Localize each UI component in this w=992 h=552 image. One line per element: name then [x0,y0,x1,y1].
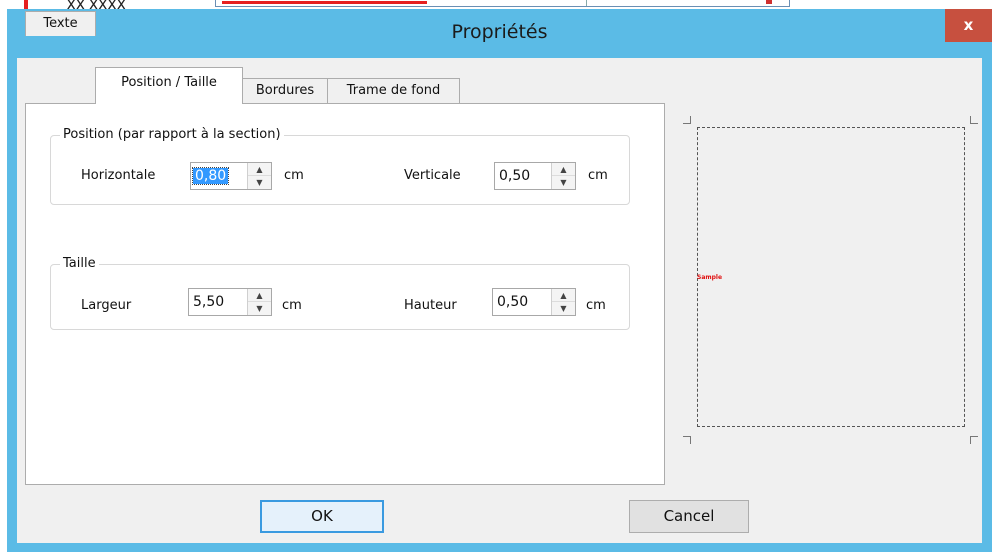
spin-up-icon[interactable]: ▲ [248,163,271,176]
dialog-title: Propriétés [451,21,548,43]
width-value[interactable]: 5,50 [191,294,226,310]
width-spin-buttons: ▲ ▼ [247,289,271,315]
title-bar[interactable]: Propriétés x [7,9,992,59]
preview-area [697,127,965,427]
ok-button-label: OK [311,507,333,525]
tab-trame-de-fond[interactable]: Trame de fond [327,78,460,103]
height-label: Hauteur [404,298,457,313]
preview-corner-bottom-left [683,436,691,444]
height-unit: cm [586,298,606,313]
spin-down-icon[interactable]: ▼ [552,176,575,189]
horizontal-spin-buttons: ▲ ▼ [247,163,271,189]
ok-button[interactable]: OK [260,500,384,533]
spin-up-icon[interactable]: ▲ [552,163,575,176]
preview-corner-bottom-right [970,436,978,444]
vertical-label: Verticale [404,168,461,183]
tab-panel: Position (par rapport à la section) Hori… [25,103,665,485]
width-unit: cm [282,298,302,313]
spin-down-icon[interactable]: ▼ [248,176,271,189]
vertical-stepper[interactable]: 0,50 ▲ ▼ [494,162,576,190]
width-label: Largeur [81,298,132,313]
width-stepper[interactable]: 5,50 ▲ ▼ [188,288,272,316]
close-button[interactable]: x [945,9,992,42]
tab-texte[interactable]: Texte [25,11,96,36]
horizontal-value[interactable]: 0,80 [191,167,230,185]
screen: XX XXXX Propriétés x Texte Position / Ta… [0,0,992,552]
horizontal-unit: cm [284,168,304,183]
spin-down-icon[interactable]: ▼ [248,302,271,315]
preview-corner-top-right [970,116,978,124]
spin-up-icon[interactable]: ▲ [552,289,575,302]
spin-up-icon[interactable]: ▲ [248,289,271,302]
height-spin-buttons: ▲ ▼ [551,289,575,315]
horizontal-label: Horizontale [81,168,156,183]
tab-label: Texte [43,16,78,31]
vertical-unit: cm [588,168,608,183]
height-value[interactable]: 0,50 [495,294,530,310]
tab-label: Position / Taille [121,75,217,90]
tab-position-taille[interactable]: Position / Taille [95,67,243,104]
vertical-spin-buttons: ▲ ▼ [551,163,575,189]
tab-label: Trame de fond [346,83,441,98]
background-field [215,0,790,7]
background-red-mark [766,0,772,4]
preview-corner-top-left [683,116,691,124]
horizontal-stepper[interactable]: 0,80 ▲ ▼ [190,162,272,190]
spin-down-icon[interactable]: ▼ [552,302,575,315]
tab-label: Bordures [255,83,315,98]
position-group-label: Position (par rapport à la section) [60,127,284,142]
cancel-button-label: Cancel [663,507,715,525]
cancel-button[interactable]: Cancel [629,500,749,533]
preview-sample-text: Sample [697,274,723,281]
height-stepper[interactable]: 0,50 ▲ ▼ [492,288,576,316]
tab-bordures[interactable]: Bordures [242,78,328,103]
background-separator [586,0,587,6]
vertical-value[interactable]: 0,50 [497,168,532,184]
close-icon: x [963,16,974,34]
background-red-bar [222,1,427,4]
size-group-label: Taille [60,256,99,271]
